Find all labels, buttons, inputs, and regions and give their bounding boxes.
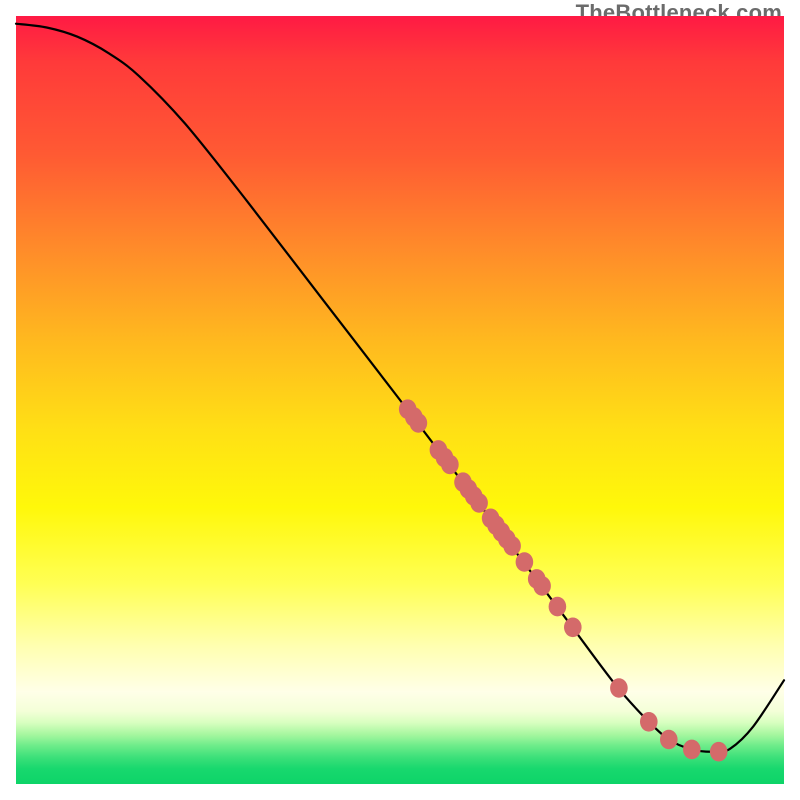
data-marker	[533, 576, 551, 596]
data-marker	[564, 618, 582, 638]
data-marker	[549, 597, 567, 617]
chart-container: TheBottleneck.com	[0, 0, 800, 800]
plot-area	[16, 16, 784, 784]
data-marker	[710, 742, 728, 762]
data-marker	[470, 493, 488, 513]
marker-group	[399, 399, 728, 761]
data-marker	[441, 455, 459, 475]
data-marker	[503, 536, 521, 556]
chart-overlay	[16, 16, 784, 784]
data-marker	[410, 413, 428, 433]
bottleneck-curve	[16, 24, 784, 752]
data-marker	[610, 678, 628, 698]
data-marker	[640, 712, 658, 732]
data-marker	[683, 740, 701, 760]
data-marker	[660, 730, 678, 750]
data-marker	[516, 552, 534, 572]
